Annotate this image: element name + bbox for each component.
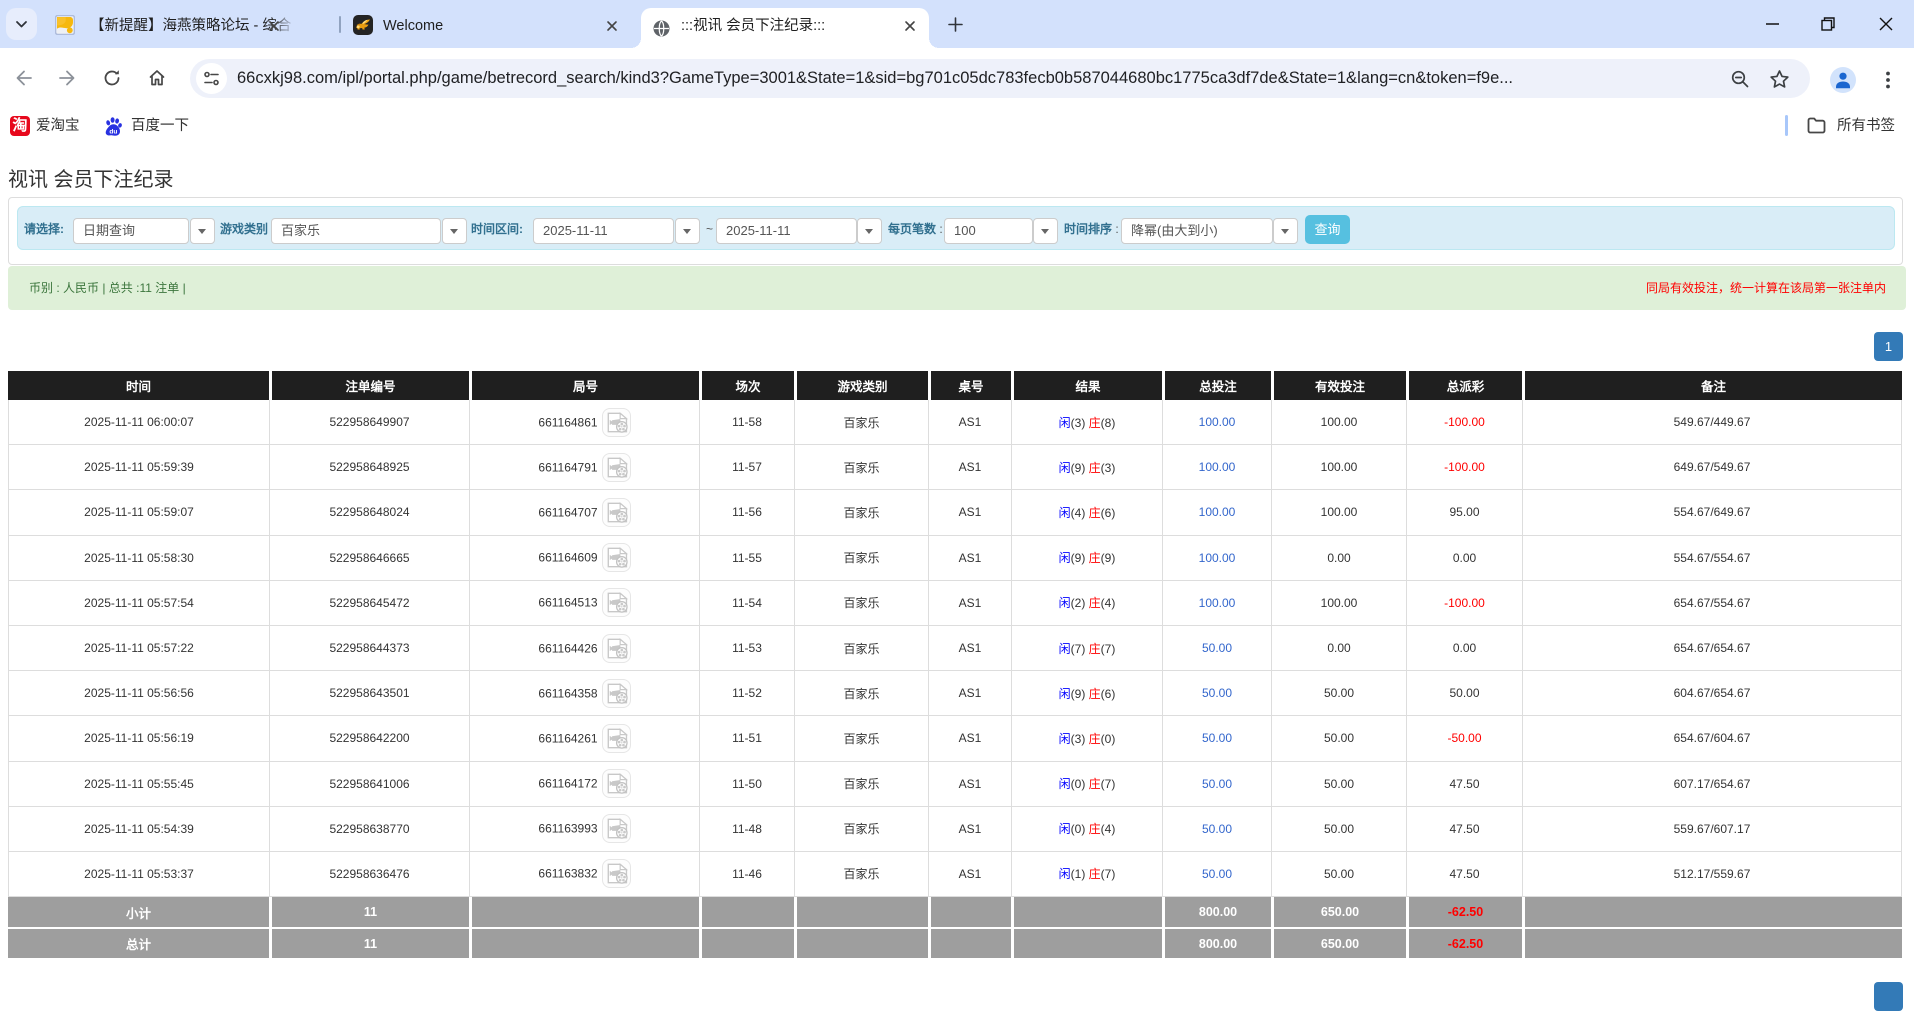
svg-text:du: du [109,128,117,135]
